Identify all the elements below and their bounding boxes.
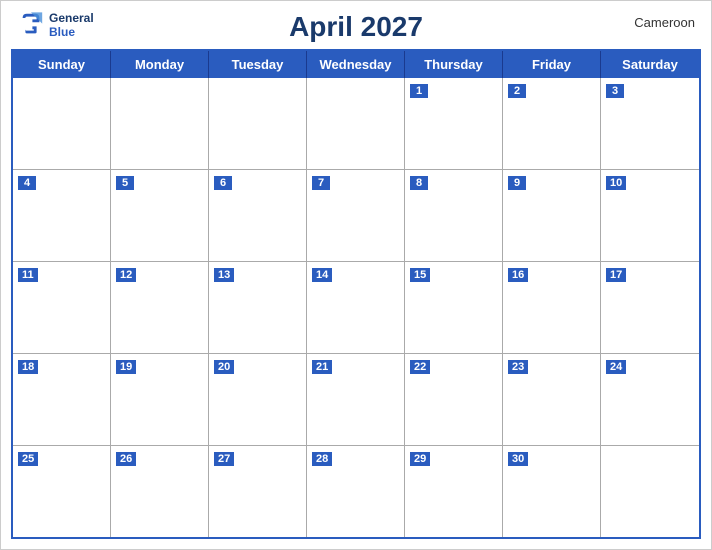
day-cell-3-6: 24 xyxy=(601,354,699,445)
day-cell-1-5: 9 xyxy=(503,170,601,261)
header-monday: Monday xyxy=(111,51,209,78)
calendar-grid: Sunday Monday Tuesday Wednesday Thursday… xyxy=(11,49,701,539)
header-saturday: Saturday xyxy=(601,51,699,78)
day-cell-2-3: 14 xyxy=(307,262,405,353)
day-cell-1-3: 7 xyxy=(307,170,405,261)
day-number-10: 10 xyxy=(606,176,626,190)
day-cell-4-0: 25 xyxy=(13,446,111,537)
day-number-8: 8 xyxy=(410,176,428,190)
header-wednesday: Wednesday xyxy=(307,51,405,78)
logo: General Blue xyxy=(17,11,94,40)
day-number-24: 24 xyxy=(606,360,626,374)
day-cell-2-2: 13 xyxy=(209,262,307,353)
day-cell-0-0 xyxy=(13,78,111,169)
header-friday: Friday xyxy=(503,51,601,78)
day-number-23: 23 xyxy=(508,360,528,374)
logo-general: General xyxy=(49,11,94,25)
day-cell-1-2: 6 xyxy=(209,170,307,261)
header-sunday: Sunday xyxy=(13,51,111,78)
day-cell-4-6 xyxy=(601,446,699,537)
day-cell-2-4: 15 xyxy=(405,262,503,353)
calendar-title: April 2027 xyxy=(289,11,423,43)
day-number-17: 17 xyxy=(606,268,626,282)
day-cell-2-1: 12 xyxy=(111,262,209,353)
day-number-29: 29 xyxy=(410,452,430,466)
day-number-9: 9 xyxy=(508,176,526,190)
day-cell-0-1 xyxy=(111,78,209,169)
header-thursday: Thursday xyxy=(405,51,503,78)
day-number-2: 2 xyxy=(508,84,526,98)
week-row-5: 25 26 27 28 29 30 xyxy=(13,446,699,537)
day-cell-0-3 xyxy=(307,78,405,169)
day-cell-2-5: 16 xyxy=(503,262,601,353)
day-cell-1-0: 4 xyxy=(13,170,111,261)
day-number-25: 25 xyxy=(18,452,38,466)
day-cell-4-1: 26 xyxy=(111,446,209,537)
day-number-26: 26 xyxy=(116,452,136,466)
day-cell-1-4: 8 xyxy=(405,170,503,261)
day-number-12: 12 xyxy=(116,268,136,282)
weeks-container: 1234567891011121314151617181920212223242… xyxy=(13,78,699,537)
day-number-16: 16 xyxy=(508,268,528,282)
day-number-28: 28 xyxy=(312,452,332,466)
day-cell-4-3: 28 xyxy=(307,446,405,537)
day-cell-0-2 xyxy=(209,78,307,169)
day-number-1: 1 xyxy=(410,84,428,98)
day-number-20: 20 xyxy=(214,360,234,374)
week-row-3: 11 12 13 14 15 16 17 xyxy=(13,262,699,354)
day-cell-0-6: 3 xyxy=(601,78,699,169)
day-cell-3-4: 22 xyxy=(405,354,503,445)
day-cell-2-0: 11 xyxy=(13,262,111,353)
day-cell-3-3: 21 xyxy=(307,354,405,445)
day-number-30: 30 xyxy=(508,452,528,466)
day-headers-row: Sunday Monday Tuesday Wednesday Thursday… xyxy=(13,51,699,78)
day-cell-0-5: 2 xyxy=(503,78,601,169)
day-cell-1-6: 10 xyxy=(601,170,699,261)
day-cell-3-0: 18 xyxy=(13,354,111,445)
day-number-13: 13 xyxy=(214,268,234,282)
logo-blue: Blue xyxy=(49,25,94,39)
day-number-7: 7 xyxy=(312,176,330,190)
day-number-6: 6 xyxy=(214,176,232,190)
day-cell-4-5: 30 xyxy=(503,446,601,537)
header-tuesday: Tuesday xyxy=(209,51,307,78)
week-row-2: 4 5 6 7 8 9 10 xyxy=(13,170,699,262)
day-cell-3-5: 23 xyxy=(503,354,601,445)
day-number-3: 3 xyxy=(606,84,624,98)
day-cell-2-6: 17 xyxy=(601,262,699,353)
day-number-22: 22 xyxy=(410,360,430,374)
day-number-18: 18 xyxy=(18,360,38,374)
day-number-5: 5 xyxy=(116,176,134,190)
week-row-4: 18 19 20 21 22 23 24 xyxy=(13,354,699,446)
day-cell-4-4: 29 xyxy=(405,446,503,537)
day-number-14: 14 xyxy=(312,268,332,282)
day-cell-4-2: 27 xyxy=(209,446,307,537)
day-cell-3-2: 20 xyxy=(209,354,307,445)
day-number-15: 15 xyxy=(410,268,430,282)
logo-icon xyxy=(17,11,45,39)
day-number-21: 21 xyxy=(312,360,332,374)
day-cell-3-1: 19 xyxy=(111,354,209,445)
calendar-container: General Blue April 2027 Cameroon Sunday … xyxy=(0,0,712,550)
day-number-11: 11 xyxy=(18,268,38,282)
day-cell-0-4: 1 xyxy=(405,78,503,169)
day-number-4: 4 xyxy=(18,176,36,190)
country-label: Cameroon xyxy=(634,15,695,30)
day-number-19: 19 xyxy=(116,360,136,374)
week-row-1: 1 2 3 xyxy=(13,78,699,170)
calendar-header: General Blue April 2027 Cameroon xyxy=(1,1,711,49)
day-number-27: 27 xyxy=(214,452,234,466)
day-cell-1-1: 5 xyxy=(111,170,209,261)
logo-text: General Blue xyxy=(49,11,94,40)
